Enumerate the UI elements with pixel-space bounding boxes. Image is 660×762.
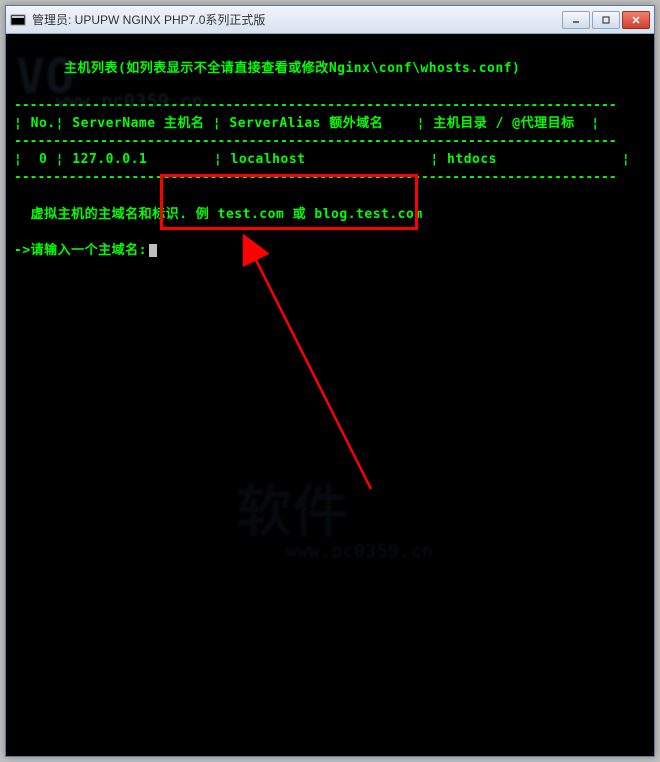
list-title-line: 主机列表(如列表显示不全请直接查看或修改Nginx\conf\whosts.co…: [14, 42, 646, 97]
hint-line: 虚拟主机的主域名和标识. 例 test.com 或 blog.test.com: [14, 206, 646, 224]
divider-top: ----------------------------------------…: [14, 97, 646, 115]
minimize-button[interactable]: [562, 11, 590, 29]
window-controls: [562, 11, 650, 29]
table-row: ¦ 0 ¦ 127.0.0.1 ¦ localhost ¦ htdocs ¦: [14, 151, 646, 169]
cursor: [149, 244, 157, 257]
divider-mid: ----------------------------------------…: [14, 133, 646, 151]
terminal-window: 管理员: UPUPW NGINX PHP7.0系列正式版 主机列表(如列表显示不…: [5, 5, 655, 757]
watermark-url-2: www.pc0359.cn: [286, 539, 433, 564]
maximize-button[interactable]: [592, 11, 620, 29]
watermark-text: 软件: [236, 474, 349, 552]
app-icon: [10, 12, 26, 28]
table-header: ¦ No.¦ ServerName 主机名 ¦ ServerAlias 额外域名…: [14, 115, 646, 133]
titlebar[interactable]: 管理员: UPUPW NGINX PHP7.0系列正式版: [6, 6, 654, 34]
prompt-line[interactable]: ->请输入一个主域名:: [14, 242, 646, 260]
window-title: 管理员: UPUPW NGINX PHP7.0系列正式版: [32, 11, 562, 28]
close-button[interactable]: [622, 11, 650, 29]
divider-bottom: ----------------------------------------…: [14, 169, 646, 187]
terminal-body[interactable]: 主机列表(如列表显示不全请直接查看或修改Nginx\conf\whosts.co…: [6, 34, 654, 756]
